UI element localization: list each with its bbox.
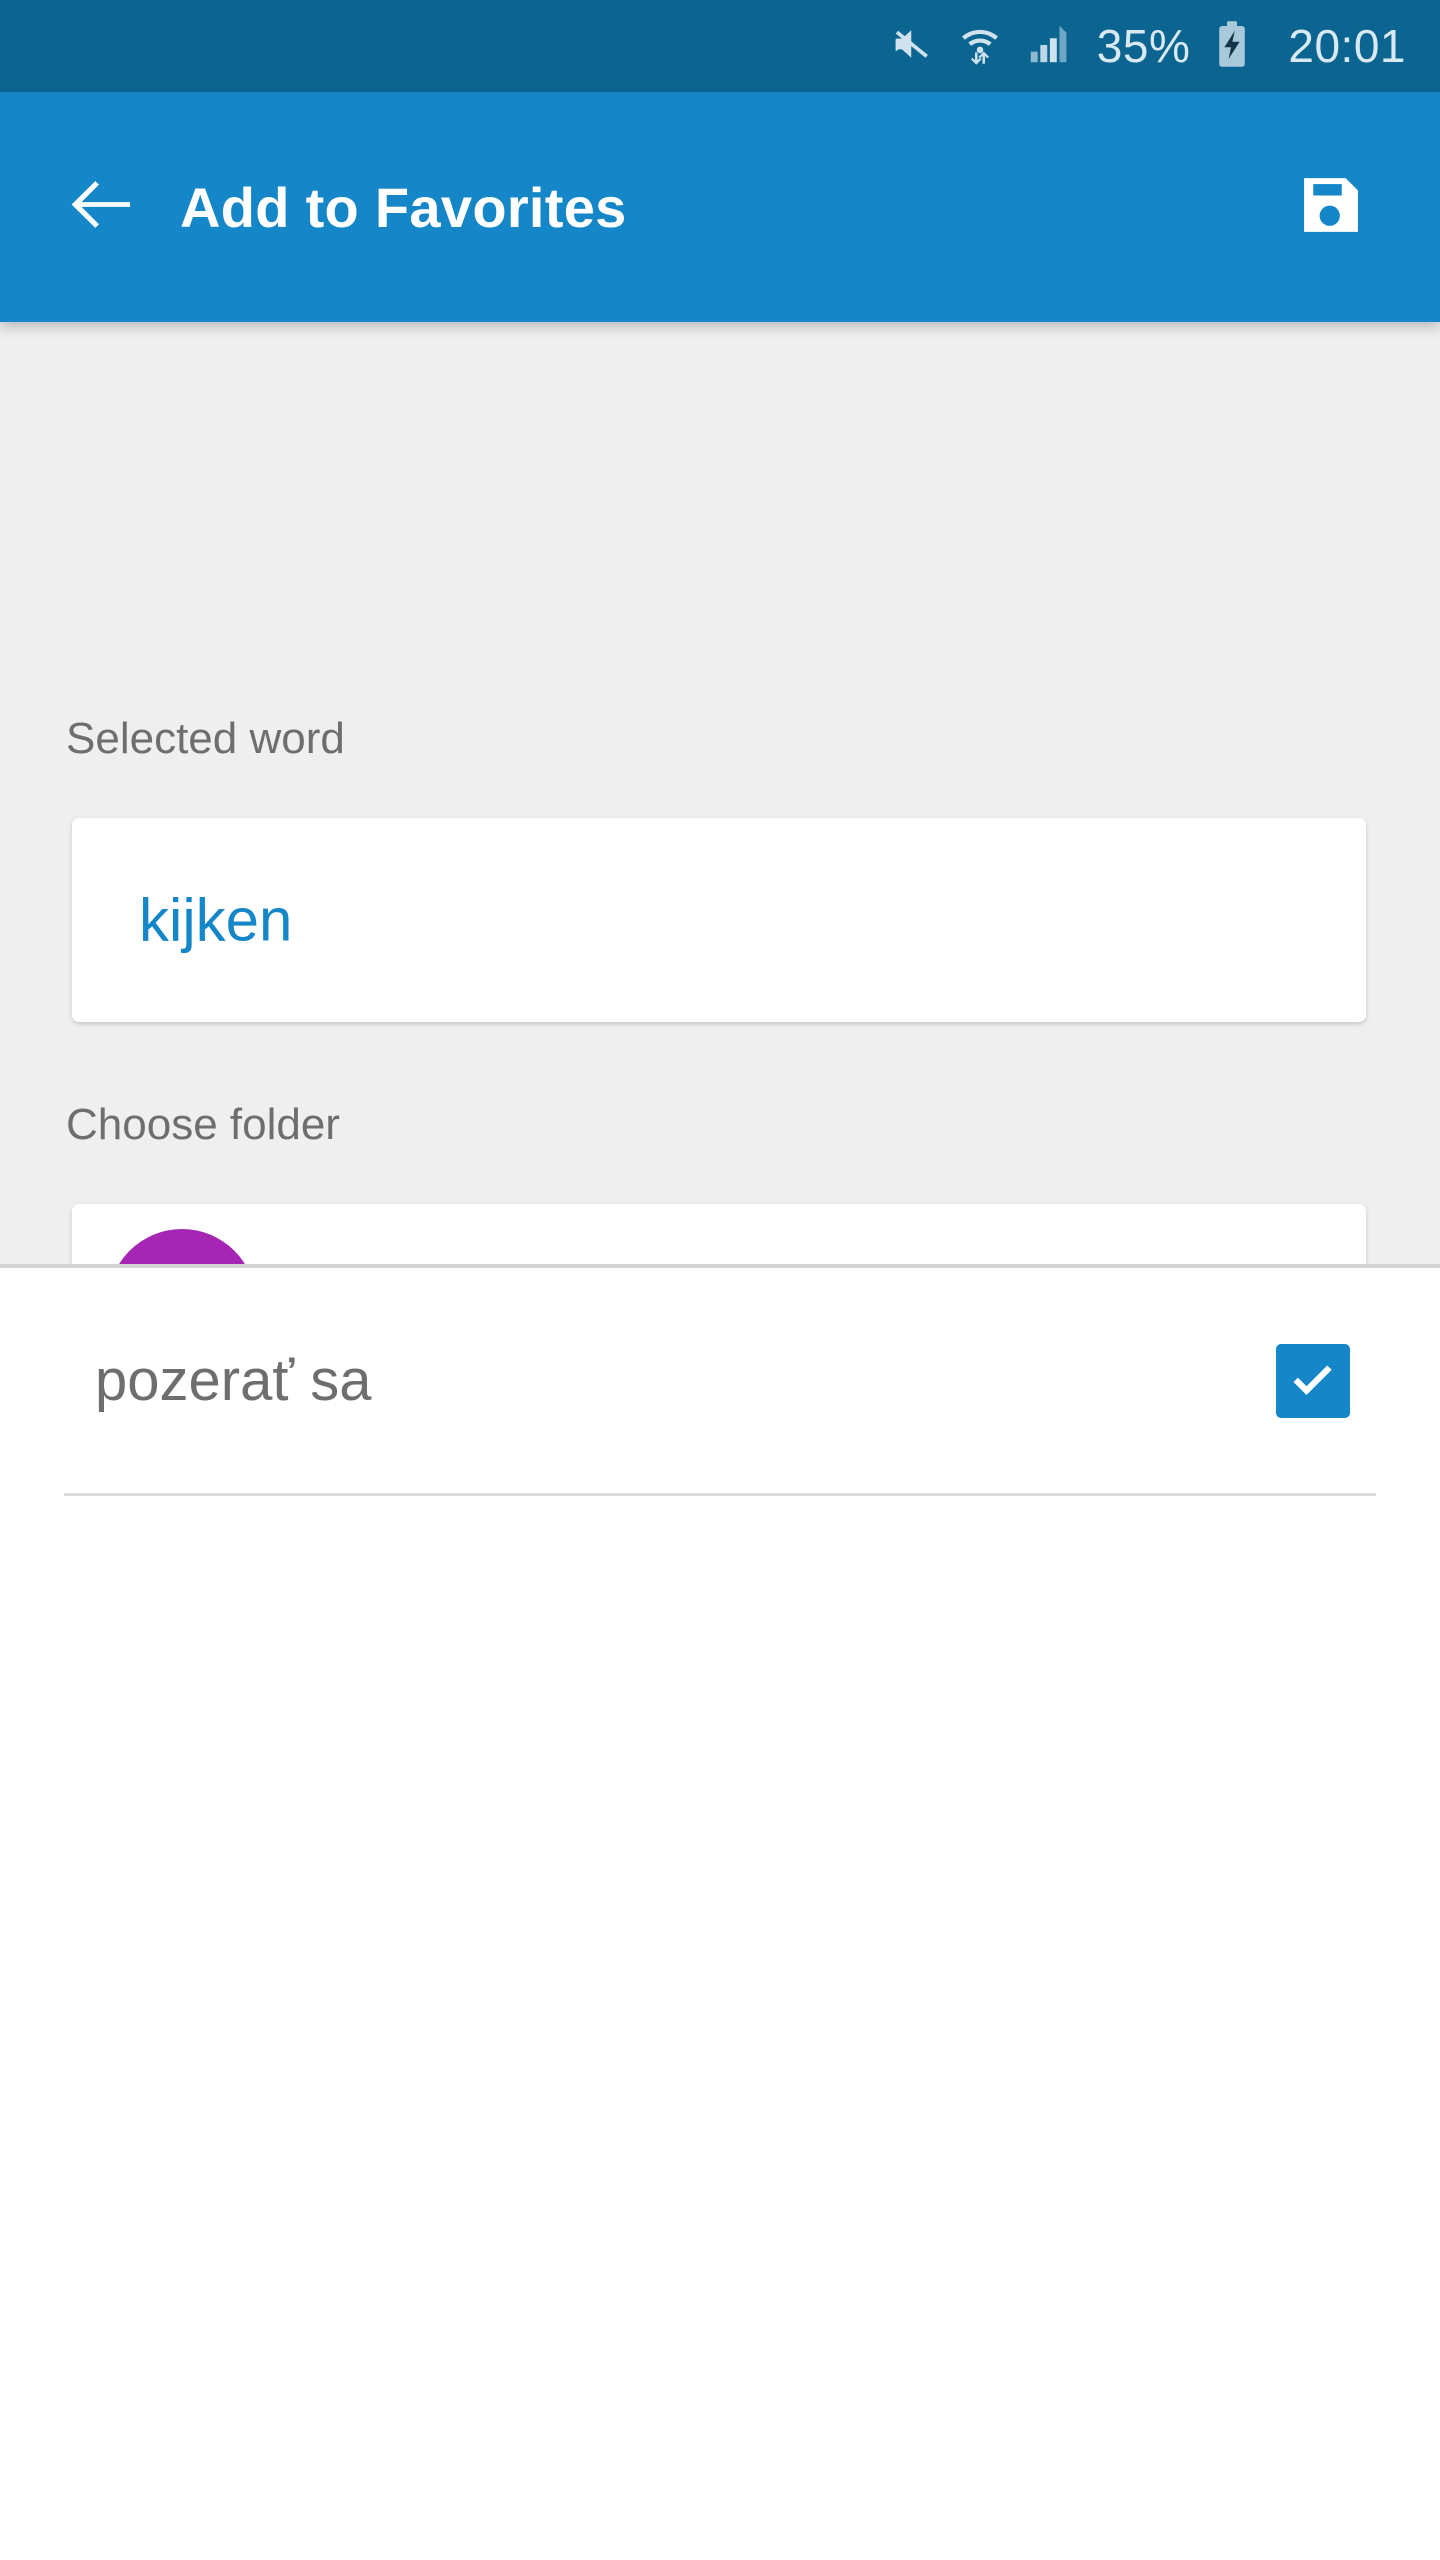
translation-checkbox[interactable]	[1276, 1343, 1350, 1418]
battery-percent-label: 35%	[1096, 20, 1191, 72]
floppy-disk-save-icon	[1293, 167, 1369, 248]
choose-folder-label: Choose folder	[66, 1100, 340, 1149]
page-title: Add to Favorites	[180, 175, 627, 239]
translations-list: pozerať sa	[0, 1268, 1440, 2560]
volume-mute-icon	[889, 21, 935, 72]
back-button[interactable]	[42, 147, 162, 267]
selected-word-value: kijken	[139, 886, 293, 954]
status-bar-clock: 20:01	[1288, 20, 1406, 72]
battery-charging-icon	[1212, 20, 1252, 73]
app-bar: Add to Favorites	[0, 92, 1440, 322]
selected-word-label: Selected word	[66, 714, 345, 763]
cellular-signal-icon	[1025, 21, 1071, 72]
wifi-transfer-icon	[957, 21, 1003, 72]
status-bar: 35% 20:01	[0, 0, 1440, 92]
app-screen: 35% 20:01 Add to Favorites Selected word…	[0, 0, 1440, 2560]
translation-text: pozerať sa	[95, 1348, 372, 1413]
save-button[interactable]	[1276, 152, 1386, 262]
selected-word-card[interactable]: kijken	[72, 818, 1366, 1022]
status-bar-icons: 35% 20:01	[889, 20, 1406, 73]
form-content: Selected word kijken Choose folder Color…	[0, 322, 1440, 1539]
list-item-divider	[64, 1493, 1376, 1496]
list-item[interactable]: pozerať sa	[0, 1268, 1440, 1493]
arrow-left-icon	[61, 164, 143, 251]
